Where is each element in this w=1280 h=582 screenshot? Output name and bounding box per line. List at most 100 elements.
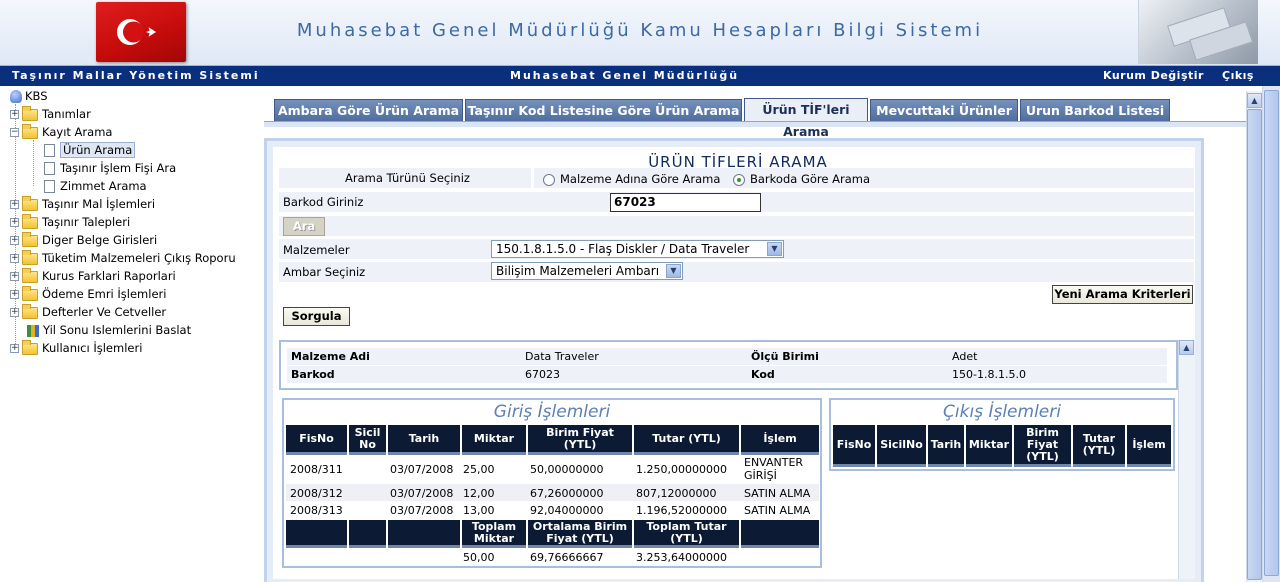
expand-icon[interactable]: + xyxy=(10,254,19,263)
collapse-icon[interactable]: − xyxy=(10,128,19,137)
giris-row2-tarih: 03/07/2008 xyxy=(390,487,454,500)
expand-icon[interactable]: + xyxy=(10,290,19,299)
giris-row2-tutar: 807,12000000 xyxy=(636,487,717,500)
radio-button-icon[interactable] xyxy=(543,173,555,186)
giris-row3-tutar: 1.196,52000000 xyxy=(636,504,727,517)
tree-root-label: KBS xyxy=(25,89,48,103)
giris-header-birim-fiyat: Birim Fiyat (YTL) xyxy=(528,425,632,455)
olcu-birimi-label: Ölçü Birimi xyxy=(751,350,819,363)
keyboard-image-icon xyxy=(1138,0,1258,64)
scroll-up-icon[interactable]: ▲ xyxy=(1179,340,1194,355)
giris-row2-birim: 67,26000000 xyxy=(530,487,604,500)
cikis-link[interactable]: Çıkış xyxy=(1222,69,1254,82)
tab-tasinir-kod-listesi[interactable]: Taşınır Kod Listesine Göre Ürün Arama xyxy=(465,99,742,122)
cikis-header-miktar: Miktar xyxy=(966,425,1012,467)
folder-icon xyxy=(22,249,38,265)
dropdown-arrow-icon[interactable]: ▼ xyxy=(767,242,782,256)
expand-icon[interactable]: + xyxy=(10,110,19,119)
tree-item-tasinir-islem-fisi-ara[interactable]: Taşınır İşlem Fişi Ara xyxy=(44,159,176,177)
tree-item-kurus-farklari[interactable]: + Kurus Farklari Raporlari xyxy=(10,267,176,285)
tree-item-label: Taşınır Talepleri xyxy=(42,215,131,229)
giris-total-header-miktar: Toplam Miktar xyxy=(462,520,526,548)
folder-icon xyxy=(22,213,38,229)
giris-row3-tarih: 03/07/2008 xyxy=(390,504,454,517)
results-scrollbar[interactable]: ▲ xyxy=(1178,340,1195,579)
kurum-degistir-link[interactable]: Kurum Değiştir xyxy=(1103,69,1204,82)
tree-item-label: Tüketim Malzemeleri Çıkış Roporu xyxy=(42,251,236,265)
tab-ambara-gore[interactable]: Ambara Göre Ürün Arama xyxy=(274,99,463,122)
tree-item-tasinir-mal-islemleri[interactable]: + Taşınır Mal İşlemleri xyxy=(10,195,155,213)
barcode-input[interactable]: 67023 xyxy=(610,193,761,212)
giris-header-islem: İşlem xyxy=(741,425,819,455)
giris-row3-birim: 92,04000000 xyxy=(530,504,604,517)
sorgula-button[interactable]: Sorgula xyxy=(283,307,350,326)
tree-item-urun-arama[interactable]: Ürün Arama xyxy=(44,141,136,159)
tree-item-tanimlar[interactable]: + Tanımlar xyxy=(10,105,91,123)
expand-icon[interactable]: + xyxy=(10,308,19,317)
page-scrollbar[interactable]: ▲ xyxy=(1246,91,1262,582)
tree-item-label: Taşınır İşlem Fişi Ara xyxy=(60,161,177,175)
ambar-select[interactable]: Bilişim Malzemeleri Ambarı ▼ xyxy=(491,262,683,280)
ambar-selected: Bilişim Malzemeleri Ambarı xyxy=(496,264,660,278)
radio-button-selected-icon[interactable] xyxy=(733,173,745,186)
kod-label: Kod xyxy=(751,368,775,381)
expand-icon[interactable]: + xyxy=(10,200,19,209)
radio-malzeme-adina[interactable]: Malzeme Adına Göre Arama xyxy=(543,172,720,186)
expand-icon[interactable]: + xyxy=(10,218,19,227)
folder-icon xyxy=(22,285,38,301)
tab-urun-tifleri-arama[interactable]: Ürün TİF'leri Arama xyxy=(744,98,868,139)
folder-icon xyxy=(22,231,38,247)
window-scrollbar[interactable] xyxy=(1262,86,1280,582)
giris-header-tutar: Tutar (YTL) xyxy=(634,425,739,455)
product-detail-box: Malzeme Adi Data Traveler Ölçü Birimi Ad… xyxy=(279,340,1178,390)
scroll-thumb[interactable] xyxy=(1247,109,1262,580)
scroll-up-icon[interactable]: ▲ xyxy=(1247,93,1262,108)
ara-button[interactable]: Ara xyxy=(283,217,325,236)
tree-item-diger-belge-girisleri[interactable]: + Diger Belge Girisleri xyxy=(10,231,157,249)
kbs-icon xyxy=(10,90,22,103)
yeni-arama-kriterleri-button[interactable]: Yeni Arama Kriterleri xyxy=(1052,285,1193,304)
malzeme-adi-value: Data Traveler xyxy=(525,350,599,363)
giris-header-tarih: Tarih xyxy=(388,425,460,455)
giris-row3-fisno: 2008/313 xyxy=(290,504,343,517)
giris-header-miktar: Miktar xyxy=(462,425,526,455)
tree-item-label: Yil Sonu Islemlerini Baslat xyxy=(43,323,192,337)
olcu-birimi-value: Adet xyxy=(952,350,978,363)
tree-item-kayit-arama[interactable]: − Kayıt Arama xyxy=(10,123,112,141)
dropdown-arrow-icon[interactable]: ▼ xyxy=(666,264,681,278)
giris-header-fisno: FisNo xyxy=(286,425,347,455)
expand-icon[interactable]: + xyxy=(10,236,19,245)
search-panel-body: ÜRÜN TİFLERİ ARAMA Arama Türünü Seçiniz … xyxy=(273,147,1195,579)
kod-value: 150-1.8.1.5.0 xyxy=(952,368,1026,381)
tree-item-tasinir-talepleri[interactable]: + Taşınır Talepleri xyxy=(10,213,130,231)
giris-row1-birim: 50,00000000 xyxy=(530,463,604,476)
tree-item-defterler[interactable]: + Defterler Ve Cetveller xyxy=(10,303,166,321)
tree-item-yil-sonu[interactable]: Yil Sonu Islemlerini Baslat xyxy=(27,321,191,339)
tree-item-kullanici-islemleri[interactable]: + Kullanıcı İşlemleri xyxy=(10,339,142,357)
window-scroll-thumb[interactable] xyxy=(1264,90,1279,576)
navigation-tree: KBS + Tanımlar − Kayıt Arama Ürün Arama Ta… xyxy=(0,86,262,582)
expand-icon[interactable]: + xyxy=(10,344,19,353)
giris-total-blank-4 xyxy=(741,520,819,548)
tree-item-odeme-emri[interactable]: + Ödeme Emri İşlemleri xyxy=(10,285,166,303)
search-type-label: Arama Türünü Seçiniz xyxy=(345,171,470,185)
tab-urun-barkod-listesi[interactable]: Urun Barkod Listesi xyxy=(1020,99,1170,122)
ara-row xyxy=(279,216,1194,236)
tree-item-zimmet-arama[interactable]: Zimmet Arama xyxy=(44,177,147,195)
expand-icon[interactable]: + xyxy=(10,272,19,281)
tree-item-label: Diger Belge Girisleri xyxy=(42,233,158,247)
system-name: Taşınır Mallar Yönetim Sistemi xyxy=(12,69,260,82)
cikis-islemleri-box: Çıkış İşlemleri FisNo SicilNo Tarih Mikt… xyxy=(829,398,1175,471)
ambar-label: Ambar Seçiniz xyxy=(283,265,366,279)
malzemeler-select[interactable]: 150.1.8.1.5.0 - Flaş Diskler / Data Trav… xyxy=(491,240,784,258)
tree-root-kbs[interactable]: KBS xyxy=(10,87,48,105)
tab-mevcuttaki-urunler[interactable]: Mevcuttaki Ürünler xyxy=(870,99,1018,122)
cikis-header-fisno: FisNo xyxy=(833,425,875,467)
giris-row1-miktar: 25,00 xyxy=(463,463,495,476)
org-name: Muhasebat Genel Müdürlüğü xyxy=(510,69,740,82)
giris-title: Giriş İşlemleri xyxy=(493,402,611,422)
tree-item-label: Kullanıcı İşlemleri xyxy=(42,341,143,355)
tree-item-tuketim-malzemeleri[interactable]: + Tüketim Malzemeleri Çıkış Roporu xyxy=(10,249,236,267)
radio-barkoda[interactable]: Barkoda Göre Arama xyxy=(733,172,870,186)
giris-total-blank-2 xyxy=(349,520,386,548)
